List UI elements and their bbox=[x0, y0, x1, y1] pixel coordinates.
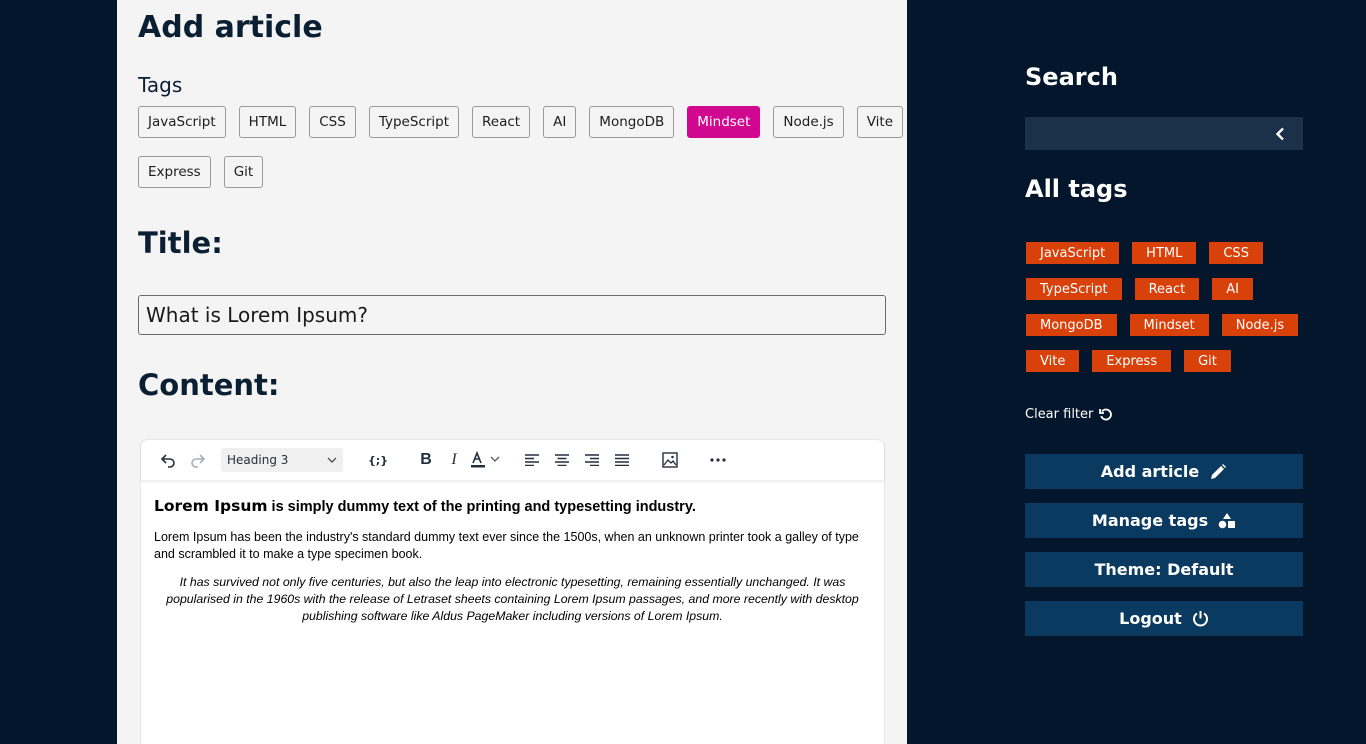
manage-tags-button[interactable]: Manage tags bbox=[1025, 503, 1303, 538]
block-format-value: Heading 3 bbox=[227, 453, 289, 467]
search-input[interactable] bbox=[1025, 117, 1255, 150]
tag-mongodb[interactable]: MongoDB bbox=[589, 106, 675, 138]
heading-rest: is simply dummy text of the printing and… bbox=[267, 499, 696, 515]
search-box bbox=[1025, 117, 1303, 150]
sidebar-tag-row: Vite Express Git bbox=[1026, 350, 1306, 372]
sidebar-tag-row: MongoDB Mindset Node.js bbox=[1026, 314, 1306, 336]
editor-content[interactable]: Lorem Ipsum is simply dummy text of the … bbox=[141, 480, 884, 639]
image-icon[interactable] bbox=[657, 447, 683, 473]
clear-filter-label: Clear filter bbox=[1025, 407, 1094, 422]
sidebar-tag-ai[interactable]: AI bbox=[1212, 278, 1253, 300]
tag-row-2: Express Git bbox=[138, 156, 264, 188]
sidebar-tag-react[interactable]: React bbox=[1134, 278, 1200, 300]
justify-icon[interactable] bbox=[609, 447, 635, 473]
tag-git[interactable]: Git bbox=[223, 156, 264, 188]
all-tags-title: All tags bbox=[1025, 175, 1128, 203]
page-title: Add article bbox=[138, 10, 323, 45]
tag-typescript[interactable]: TypeScript bbox=[368, 106, 459, 138]
title-input[interactable] bbox=[138, 295, 886, 335]
italic-icon[interactable]: I bbox=[441, 447, 467, 473]
search-title: Search bbox=[1025, 63, 1118, 91]
tag-mindset[interactable]: Mindset bbox=[687, 106, 761, 138]
tag-css[interactable]: CSS bbox=[309, 106, 356, 138]
power-icon bbox=[1192, 610, 1209, 627]
sidebar-tag-css[interactable]: CSS bbox=[1209, 242, 1263, 264]
sidebar-tag-row: TypeScript React AI bbox=[1026, 278, 1306, 300]
title-label: Title: bbox=[138, 226, 223, 260]
refresh-icon bbox=[1099, 408, 1113, 422]
tag-row-1: JavaScript HTML CSS TypeScript React AI … bbox=[138, 106, 904, 138]
sidebar-tag-mindset[interactable]: Mindset bbox=[1129, 314, 1209, 336]
tag-react[interactable]: React bbox=[472, 106, 531, 138]
content-paragraph: Lorem Ipsum has been the industry's stan… bbox=[154, 530, 859, 561]
logout-button[interactable]: Logout bbox=[1025, 601, 1303, 636]
sidebar-tag-row: JavaScript HTML CSS bbox=[1026, 242, 1306, 264]
content-heading: Lorem Ipsum is simply dummy text of the … bbox=[154, 497, 871, 515]
content-label: Content: bbox=[138, 368, 280, 402]
tags-label: Tags bbox=[138, 73, 183, 97]
tag-express[interactable]: Express bbox=[138, 156, 211, 188]
undo-icon[interactable] bbox=[155, 447, 181, 473]
sidebar-tag-typescript[interactable]: TypeScript bbox=[1026, 278, 1122, 300]
heading-bold-lead: Lorem Ipsum bbox=[154, 497, 268, 515]
sidebar-tag-mongodb[interactable]: MongoDB bbox=[1026, 314, 1117, 336]
sidebar-tag-vite[interactable]: Vite bbox=[1026, 350, 1080, 372]
chevron-down-icon bbox=[327, 453, 337, 467]
theme-button[interactable]: Theme: Default bbox=[1025, 552, 1303, 587]
sidebar-tag-nodejs[interactable]: Node.js bbox=[1221, 314, 1299, 336]
tag-nodejs[interactable]: Node.js bbox=[773, 106, 844, 138]
rich-text-editor: Heading 3 {;} B I Lorem Ipsum is simply … bbox=[140, 439, 885, 744]
tag-vite[interactable]: Vite bbox=[856, 106, 904, 138]
align-left-icon[interactable] bbox=[519, 447, 545, 473]
theme-label: Theme: Default bbox=[1094, 560, 1234, 579]
sidebar-tag-git[interactable]: Git bbox=[1184, 350, 1231, 372]
text-color-icon[interactable] bbox=[469, 447, 505, 473]
align-center-icon[interactable] bbox=[549, 447, 575, 473]
shapes-icon bbox=[1218, 512, 1236, 529]
bold-icon[interactable]: B bbox=[413, 447, 439, 473]
pencil-icon bbox=[1209, 463, 1227, 481]
clear-filter-button[interactable]: Clear filter bbox=[1025, 407, 1113, 422]
sidebar-tag-javascript[interactable]: JavaScript bbox=[1026, 242, 1120, 264]
sidebar-tag-express[interactable]: Express bbox=[1092, 350, 1172, 372]
chevron-left-icon[interactable] bbox=[1275, 127, 1285, 141]
code-icon[interactable]: {;} bbox=[365, 447, 391, 473]
tag-ai[interactable]: AI bbox=[543, 106, 577, 138]
logout-label: Logout bbox=[1119, 609, 1182, 628]
sidebar-tag-html[interactable]: HTML bbox=[1132, 242, 1197, 264]
manage-tags-label: Manage tags bbox=[1091, 511, 1209, 530]
content-quote: It has survived not only five centuries,… bbox=[166, 575, 859, 623]
tag-javascript[interactable]: JavaScript bbox=[138, 106, 226, 138]
more-icon[interactable] bbox=[705, 447, 731, 473]
add-article-label: Add article bbox=[1100, 462, 1200, 481]
add-article-button[interactable]: Add article bbox=[1025, 454, 1303, 489]
align-right-icon[interactable] bbox=[579, 447, 605, 473]
block-format-select[interactable]: Heading 3 bbox=[221, 448, 343, 472]
redo-icon[interactable] bbox=[185, 447, 211, 473]
tag-html[interactable]: HTML bbox=[238, 106, 297, 138]
editor-toolbar: Heading 3 {;} B I bbox=[141, 440, 884, 480]
all-tags-list: JavaScript HTML CSS TypeScript React AI … bbox=[1026, 242, 1306, 386]
main-panel: Add article Tags JavaScript HTML CSS Typ… bbox=[117, 0, 907, 744]
